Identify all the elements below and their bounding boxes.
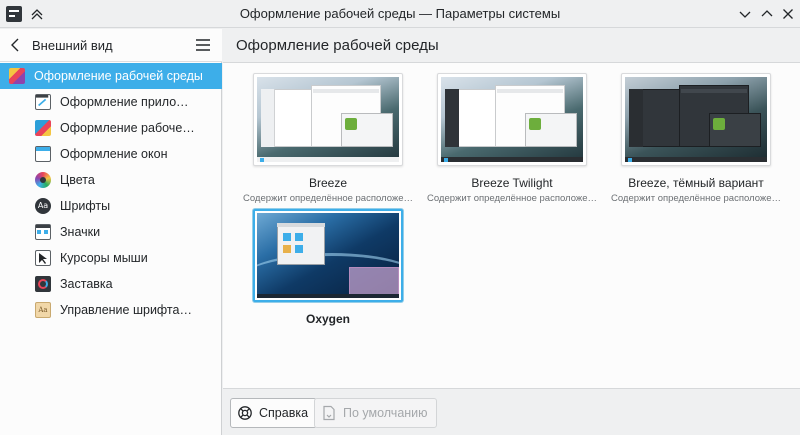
theme-description: Содержит определённое расположе…: [611, 193, 782, 204]
chevron-left-icon: [11, 38, 19, 52]
theme-preview-oxygen[interactable]: [253, 209, 403, 302]
sidebar-item-desktop-theme[interactable]: Оформление рабочей среды: [0, 63, 222, 89]
hamburger-icon: [196, 39, 210, 51]
sidebar-item-label: Заставка: [60, 277, 113, 291]
theme-preview-breeze-dark[interactable]: [621, 73, 771, 166]
close-icon: [783, 9, 793, 19]
hamburger-menu-button[interactable]: [195, 38, 211, 52]
cursor-icon: [35, 250, 51, 266]
sidebar-item-fonts[interactable]: Aa Шрифты: [0, 193, 222, 219]
minimize-button[interactable]: [736, 5, 754, 23]
chevron-up-icon: [761, 10, 773, 17]
chevron-down-icon: [739, 11, 751, 18]
sidebar-item-font-management[interactable]: Aa Управление шрифтами: [0, 297, 222, 323]
page-title: Оформление рабочей среды: [236, 37, 439, 54]
sidebar-item-icons[interactable]: Значки: [0, 219, 222, 245]
sidebar-item-colors[interactable]: Цвета: [0, 167, 222, 193]
theme-grid: Breeze Содержит определённое расположе… …: [223, 62, 800, 389]
splash-screen-icon: [35, 276, 51, 292]
desktop-theme-icon: [9, 68, 25, 84]
sidebar-item-window-decorations[interactable]: Оформление окон: [0, 141, 222, 167]
sidebar-list: Оформление рабочей среды Оформление прил…: [0, 63, 222, 323]
sidebar-item-label: Оформление приложен…: [60, 95, 195, 109]
theme-name: Breeze: [308, 176, 348, 190]
back-button[interactable]: [8, 37, 24, 53]
sidebar-item-workspace-theme[interactable]: Оформление рабочего с…: [0, 115, 222, 141]
main-panel: Оформление рабочей среды Breeze Содержит…: [223, 29, 800, 435]
sidebar-item-label: Значки: [60, 225, 101, 239]
sidebar: Внешний вид Оформление рабочей среды Офо…: [0, 29, 222, 435]
sidebar-item-label: Шрифты: [60, 199, 111, 213]
close-button[interactable]: [779, 5, 797, 23]
sidebar-item-label: Управление шрифтами: [60, 303, 195, 317]
sidebar-item-label: Оформление окон: [60, 147, 168, 161]
help-icon: [237, 405, 253, 421]
theme-name: Breeze, тёмный вариант: [628, 176, 764, 190]
theme-preview-breeze[interactable]: [253, 73, 403, 166]
document-revert-icon: [321, 405, 337, 421]
sidebar-title: Внешний вид: [32, 38, 113, 53]
theme-description: Содержит определённое расположе…: [243, 193, 414, 204]
sidebar-item-cursors[interactable]: Курсоры мыши: [0, 245, 222, 271]
maximize-button[interactable]: [758, 5, 776, 23]
font-management-icon: Aa: [35, 302, 51, 318]
sidebar-item-label: Курсоры мыши: [60, 251, 148, 265]
colors-icon: [35, 172, 51, 188]
defaults-button-label: По умолчанию: [343, 406, 428, 420]
theme-description: Содержит определённое расположе…: [427, 193, 598, 204]
main-header: Оформление рабочей среды: [223, 29, 800, 62]
icons-icon: [35, 224, 51, 240]
sidebar-header: Внешний вид: [0, 29, 222, 62]
sidebar-item-label: Оформление рабочей среды: [34, 69, 203, 83]
application-style-icon: [35, 94, 51, 110]
theme-name: Oxygen: [305, 312, 350, 326]
footer-toolbar: Справка По умолчанию: [223, 390, 800, 435]
window-title: Оформление рабочей среды — Параметры сис…: [239, 6, 561, 21]
defaults-button[interactable]: По умолчанию: [314, 398, 437, 428]
sidebar-item-label: Цвета: [60, 173, 95, 187]
sidebar-item-application-style[interactable]: Оформление приложен…: [0, 89, 222, 115]
theme-name: Breeze Twilight: [471, 176, 553, 190]
sidebar-item-splash-screen[interactable]: Заставка: [0, 271, 222, 297]
theme-preview-breeze-twilight[interactable]: [437, 73, 587, 166]
sidebar-item-label: Оформление рабочего с…: [60, 121, 195, 135]
help-button[interactable]: Справка: [230, 398, 318, 428]
help-button-label: Справка: [259, 406, 309, 420]
title-bar: Оформление рабочей среды — Параметры сис…: [0, 0, 800, 28]
fonts-icon: Aa: [35, 198, 51, 214]
window-decorations-icon: [35, 146, 51, 162]
workspace-theme-icon: [35, 120, 51, 136]
